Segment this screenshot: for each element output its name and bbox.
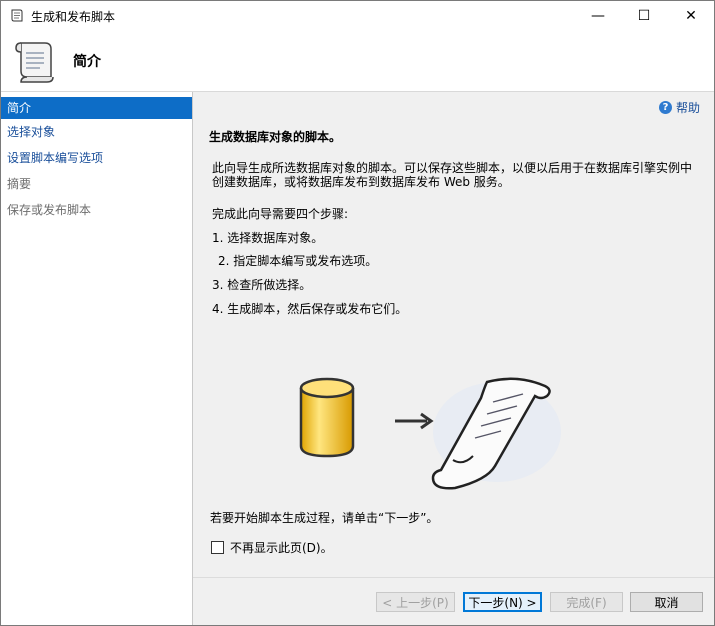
- previous-button: < 上一步(P): [376, 592, 455, 612]
- database-icon: [299, 377, 355, 458]
- cancel-button[interactable]: 取消: [630, 592, 703, 612]
- header-banner: 简介: [1, 31, 714, 92]
- title-bar: 生成和发布脚本 — ☐ ✕: [1, 1, 714, 31]
- dont-show-again-row[interactable]: 不再显示此页(D)。: [211, 539, 333, 556]
- sidebar-item-save-publish: 保存或发布脚本: [7, 203, 92, 217]
- database-to-script-illustration: [299, 377, 561, 490]
- wizard-window: 生成和发布脚本 — ☐ ✕ 简介 简介 选择对象 设置脚本编写选项 摘要 保存或…: [0, 0, 715, 626]
- window-title: 生成和发布脚本: [31, 9, 116, 24]
- maximize-button[interactable]: ☐: [621, 1, 667, 31]
- wizard-sidebar: 简介 选择对象 设置脚本编写选项 摘要 保存或发布脚本: [1, 92, 193, 625]
- help-link[interactable]: ? 帮助: [658, 99, 700, 116]
- step-item: 2. 指定脚本编写或发布选项。: [218, 254, 378, 268]
- step-item: 3. 检查所做选择。: [212, 278, 312, 292]
- script-scroll-icon: [11, 9, 23, 22]
- sidebar-item-scripting-options[interactable]: 设置脚本编写选项: [1, 145, 192, 171]
- intro-heading: 生成数据库对象的脚本。: [209, 130, 342, 144]
- close-button[interactable]: ✕: [668, 1, 714, 31]
- script-scroll-icon: [15, 42, 54, 83]
- script-scroll-icon: [431, 377, 561, 490]
- wizard-content: ? 帮助 生成数据库对象的脚本。 此向导生成所选数据库对象的脚本。可以保存这些脚…: [193, 92, 714, 625]
- step-item: 4. 生成脚本，然后保存或发布它们。: [212, 302, 408, 316]
- minimize-button[interactable]: —: [575, 1, 621, 31]
- button-divider: [193, 577, 714, 578]
- dont-show-again-label[interactable]: 不再显示此页(D)。: [230, 539, 333, 556]
- page-title: 简介: [73, 54, 101, 70]
- intro-description: 此向导生成所选数据库对象的脚本。可以保存这些脚本，以便以后用于在数据库引擎实例中…: [212, 161, 693, 189]
- dont-show-again-checkbox[interactable]: [211, 541, 224, 554]
- steps-intro: 完成此向导需要四个步骤:: [212, 207, 349, 221]
- next-button[interactable]: 下一步(N) >: [463, 592, 542, 612]
- step-item: 1. 选择数据库对象。: [212, 231, 324, 245]
- start-instruction: 若要开始脚本生成过程，请单击“下一步”。: [210, 511, 439, 525]
- finish-button: 完成(F): [550, 592, 623, 612]
- sidebar-item-choose-objects[interactable]: 选择对象: [1, 119, 192, 145]
- sidebar-item-summary: 摘要: [7, 177, 32, 191]
- sidebar-item-intro[interactable]: 简介: [1, 97, 192, 119]
- help-label: 帮助: [675, 101, 700, 115]
- arrow-right-icon: [395, 412, 434, 430]
- help-icon: ?: [658, 101, 672, 114]
